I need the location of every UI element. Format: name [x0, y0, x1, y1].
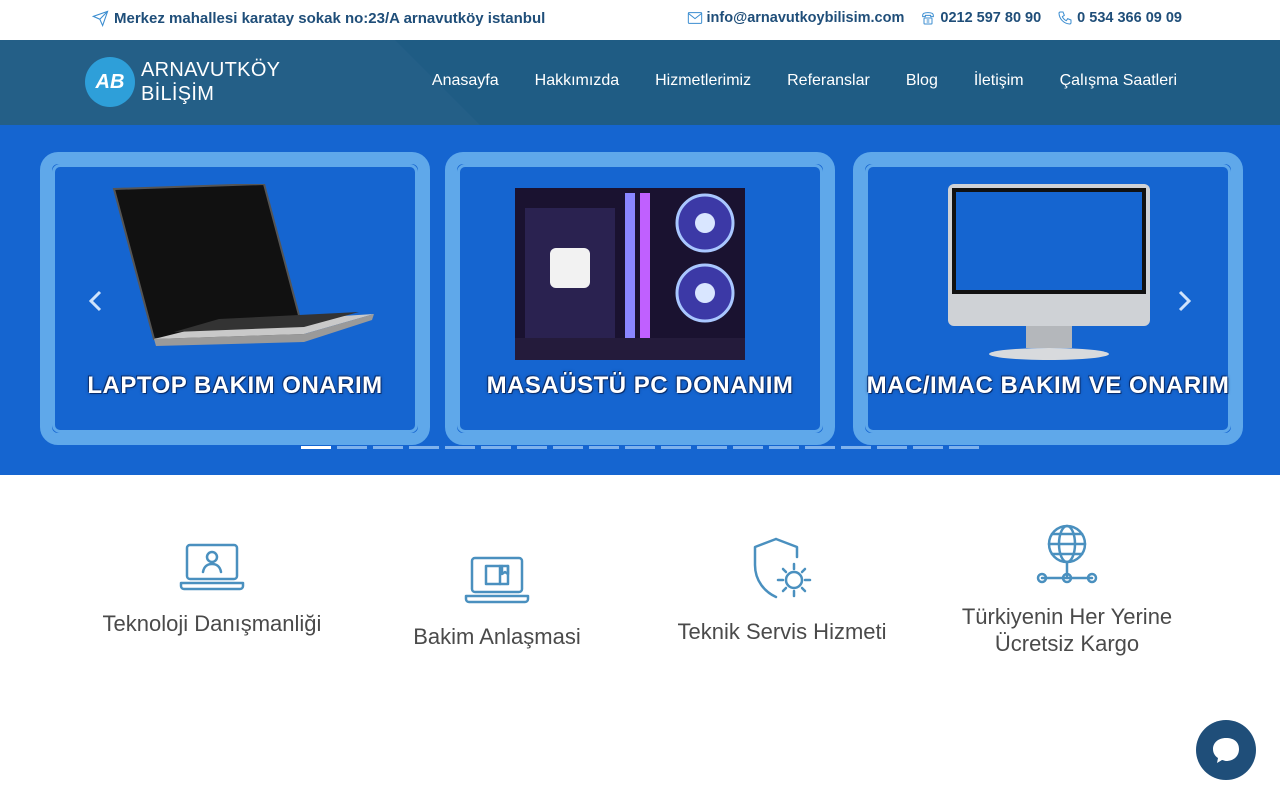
chevron-left-icon [88, 290, 102, 312]
chevron-right-icon [1178, 290, 1192, 312]
email-link[interactable]: info@arnavutkoybilisim.com [687, 10, 905, 26]
feature-title: Türkiyenin Her Yerine Ücretsiz Kargo [961, 604, 1173, 656]
desktop-pc-image [515, 188, 745, 360]
slider-dot[interactable] [445, 446, 475, 449]
telephone-icon [922, 12, 935, 25]
slider-dot[interactable] [949, 446, 979, 449]
laptop-user-icon [179, 543, 245, 591]
feature-title: Bakim Anlaşmasi [413, 624, 581, 649]
feature-teknoloji: Teknoloji Danışmanliği [102, 541, 322, 637]
slide-card-desktop[interactable]: MASAÜSTÜ PC DONANIM [445, 152, 835, 445]
imac-image [948, 184, 1150, 360]
nav-item-hakkimizda[interactable]: Hakkımızda [535, 72, 619, 90]
main-menu: Anasayfa Hakkımızda Hizmetlerimiz Refera… [432, 72, 1177, 90]
feature-title: Teknoloji Danışmanliği [102, 611, 322, 636]
laptop-book-icon [464, 556, 530, 604]
phone2-text: 0 534 366 09 09 [1077, 10, 1182, 26]
phone1-text: 0212 597 80 90 [940, 10, 1042, 26]
chat-bubble-icon [1213, 738, 1239, 763]
slider-dot[interactable] [589, 446, 619, 449]
nav-item-referanslar[interactable]: Referanslar [787, 72, 870, 90]
phone2-link[interactable]: 0 534 366 09 09 [1057, 10, 1182, 26]
address-text: Merkez mahallesi karatay sokak no:23/A a… [114, 10, 546, 27]
slider-dots [301, 446, 979, 449]
live-chat-button[interactable] [1196, 720, 1256, 780]
logo-line2: BİLİŞİM [141, 83, 215, 105]
slider-dot[interactable] [913, 446, 943, 449]
email-text: info@arnavutkoybilisim.com [706, 10, 905, 26]
phone1-link[interactable]: 0212 597 80 90 [920, 10, 1041, 26]
shield-gear-icon [753, 537, 812, 599]
laptop-image [112, 184, 374, 346]
nav-item-iletisim[interactable]: İletişim [974, 72, 1024, 90]
slider-dot[interactable] [409, 446, 439, 449]
send-icon [92, 10, 109, 27]
mail-icon [687, 12, 702, 24]
nav-item-blog[interactable]: Blog [906, 72, 938, 90]
slider-dot[interactable] [877, 446, 907, 449]
phone-icon [1058, 11, 1072, 25]
slider-dot[interactable] [517, 446, 547, 449]
slider-dot[interactable] [661, 446, 691, 449]
feature-teknik-servis: Teknik Servis Hizmeti [672, 537, 892, 645]
slider-dot[interactable] [769, 446, 799, 449]
slider-dot[interactable] [481, 446, 511, 449]
slide-caption: MASAÜSTÜ PC DONANIM [486, 372, 794, 399]
main-navbar: AB ARNAVUTKÖY BİLİŞİM Anasayfa Hakkımızd… [0, 40, 1280, 125]
slider-dot[interactable] [625, 446, 655, 449]
logo-text: ARNAVUTKÖY BİLİŞİM [141, 58, 280, 106]
slider-prev-button[interactable] [88, 290, 104, 312]
slide-caption: LAPTOP BAKIM ONARIM [87, 372, 383, 399]
nav-item-hizmetlerimiz[interactable]: Hizmetlerimiz [655, 72, 751, 90]
globe-network-icon [1036, 524, 1098, 584]
contact-list: info@arnavutkoybilisim.com 0212 597 80 9… [687, 10, 1182, 26]
logo-line1: ARNAVUTKÖY [141, 59, 281, 81]
logo-mark: AB [85, 57, 135, 107]
address: Merkez mahallesi karatay sokak no:23/A a… [92, 10, 545, 27]
slider-dot[interactable] [733, 446, 763, 449]
slider-dot[interactable] [805, 446, 835, 449]
slider-dot[interactable] [553, 446, 583, 449]
slider-dot[interactable] [841, 446, 871, 449]
slider-next-button[interactable] [1176, 290, 1192, 312]
feature-bakim: Bakim Anlaşmasi [387, 554, 607, 650]
nav-item-anasayfa[interactable]: Anasayfa [432, 72, 499, 90]
slider-dot[interactable] [301, 446, 331, 449]
slider-dot[interactable] [337, 446, 367, 449]
features-section: Teknoloji Danışmanliği Bakim Anlaşmasi T… [0, 475, 1280, 800]
nav-item-calisma-saatleri[interactable]: Çalışma Saatleri [1060, 72, 1177, 90]
hero-slider: LAPTOP BAKIM ONARIM MASAÜSTÜ PC DONANIM [0, 125, 1280, 475]
brand-logo[interactable]: AB ARNAVUTKÖY BİLİŞİM [85, 57, 280, 107]
slide-caption: MAC/IMAC BAKIM VE ONARIM [866, 372, 1230, 399]
top-info-bar: Merkez mahallesi karatay sokak no:23/A a… [0, 0, 1280, 40]
slider-dot[interactable] [697, 446, 727, 449]
feature-title: Teknik Servis Hizmeti [677, 619, 887, 644]
slider-dot[interactable] [373, 446, 403, 449]
feature-kargo: Türkiyenin Her Yerine Ücretsiz Kargo [957, 524, 1177, 657]
